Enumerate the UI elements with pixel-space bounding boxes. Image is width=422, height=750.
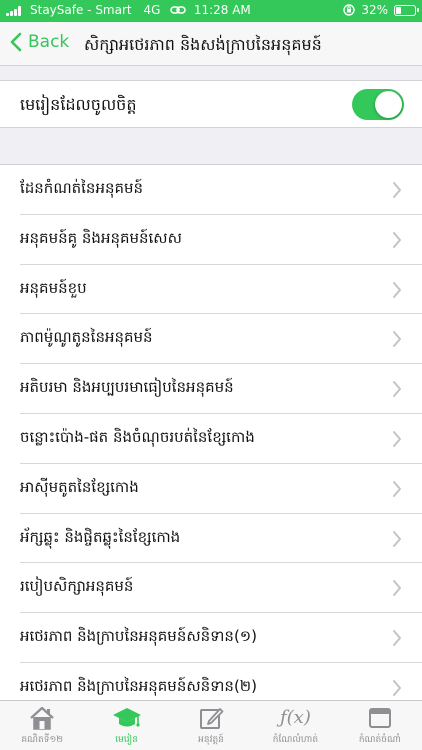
lesson-label: អនុគមន៍គូ និងអនុគមន៍សេស bbox=[20, 228, 182, 247]
lesson-row[interactable]: ដែនកំណត់នៃអនុគមន៍ bbox=[0, 165, 422, 215]
chevron-right-icon bbox=[393, 580, 401, 597]
lesson-label: ដែនកំណត់នៃអនុគមន៍ bbox=[20, 179, 144, 197]
chevron-right-icon bbox=[393, 281, 401, 298]
lesson-label: របៀបសិក្សាអនុគមន៍ bbox=[20, 577, 134, 596]
page-title: សិក្សាអថេរភាព និងសង់ក្រាបនៃអនុគមន៍ bbox=[84, 35, 322, 54]
lesson-label: ចន្លោះប៉ោង-ផត និងចំណុចរបត់នៃខ្សែកោង bbox=[20, 427, 255, 446]
chevron-right-icon bbox=[393, 630, 401, 647]
chevron-right-icon bbox=[393, 480, 401, 497]
graduation-cap-icon bbox=[112, 708, 141, 727]
tab-label: គណិតទី១២ bbox=[21, 735, 64, 745]
lesson-row[interactable]: ភាពម៉ូណូតូននៃអនុគមន៍ bbox=[0, 314, 422, 365]
chevron-left-icon bbox=[10, 32, 22, 52]
back-label: Back bbox=[28, 32, 70, 52]
tab-label: មេរៀន bbox=[115, 735, 138, 745]
status-time: 11:28 AM bbox=[193, 3, 251, 17]
chevron-right-icon bbox=[393, 381, 401, 398]
back-button[interactable]: Back bbox=[10, 32, 69, 52]
lesson-label: អតិបរមា និងអប្បបរមាធៀបនៃអនុគមន៍ bbox=[20, 378, 234, 397]
tab-bar: គណិតទី១២ មេរៀន អនុវត្តន៍ ƒ(x) កំណែលំហាត់… bbox=[0, 700, 422, 750]
chevron-right-icon bbox=[393, 679, 401, 696]
battery-percent: 32% bbox=[361, 3, 388, 17]
chevron-right-icon bbox=[393, 530, 401, 547]
function-icon: ƒ(x) bbox=[279, 707, 311, 728]
chevron-right-icon bbox=[393, 331, 401, 348]
status-bar: StaySafe - Smart 4G 11:28 AM 32% bbox=[0, 0, 422, 22]
lesson-list: ដែនកំណត់នៃអនុគមន៍អនុគមន៍គូ និងអនុគមន៍សេស… bbox=[0, 164, 422, 713]
lesson-row[interactable]: អថេរភាព និងក្រាបនៃអនុគមន៍សនិទាន(១) bbox=[0, 613, 422, 663]
orientation-lock-icon bbox=[343, 4, 356, 16]
lesson-row[interactable]: អ័ក្សឆ្លុះ និងផ្ចិតឆ្លុះនៃខ្សែកោង bbox=[0, 514, 422, 564]
lesson-row[interactable]: អតិបរមា និងអប្បបរមាធៀបនៃអនុគមន៍ bbox=[0, 364, 422, 414]
edit-icon bbox=[200, 708, 224, 729]
lesson-row[interactable]: អាស៊ីមតូតនៃខ្សែកោង bbox=[0, 464, 422, 514]
battery-fill bbox=[396, 6, 402, 14]
lesson-label: អនុគមន៍ខួប bbox=[20, 278, 87, 297]
lesson-row[interactable]: របៀបសិក្សាអនុគមន៍ bbox=[0, 563, 422, 614]
tab-label: កំណត់ចំណាំ bbox=[358, 735, 401, 745]
lesson-row[interactable]: អនុគមន៍គូ និងអនុគមន៍សេស bbox=[0, 215, 422, 265]
chevron-right-icon bbox=[393, 182, 401, 198]
tab-solutions[interactable]: ƒ(x) កំណែលំហាត់ bbox=[253, 701, 337, 750]
chevron-right-icon bbox=[393, 231, 401, 248]
lesson-label: អ័ក្សឆ្លុះ និងផ្ចិតឆ្លុះនៃខ្សែកោង bbox=[20, 527, 181, 546]
lesson-label: អថេរភាព និងក្រាបនៃអនុគមន៍សនិទាន(១) bbox=[20, 627, 258, 646]
lesson-row[interactable]: ចន្លោះប៉ោង-ផត និងចំណុចរបត់នៃខ្សែកោង bbox=[0, 414, 422, 464]
favorite-label: មេរៀនដែលចូលចិត្ត bbox=[20, 95, 137, 114]
tab-label: កំណែលំហាត់ bbox=[272, 735, 319, 745]
carrier-name: StaySafe - Smart bbox=[30, 3, 132, 17]
window-icon bbox=[368, 708, 391, 728]
lesson-label: ភាពម៉ូណូតូននៃអនុគមន៍ bbox=[20, 328, 153, 347]
lesson-label: អថេរភាព និងក្រាបនៃអនុគមន៍សនិទាន(២) bbox=[20, 676, 258, 695]
link-icon bbox=[170, 6, 186, 14]
signal-icon bbox=[6, 6, 24, 16]
network-type: 4G bbox=[143, 3, 161, 17]
lesson-row[interactable]: អនុគមន៍ខួប bbox=[0, 265, 422, 315]
home-icon bbox=[30, 706, 54, 730]
favorite-row: មេរៀនដែលចូលចិត្ត bbox=[0, 80, 422, 128]
toggle-knob bbox=[375, 91, 402, 118]
tab-grade12[interactable]: គណិតទី១២ bbox=[0, 701, 84, 750]
chevron-right-icon bbox=[393, 430, 401, 447]
tab-label: អនុវត្តន៍ bbox=[198, 735, 224, 745]
battery-icon bbox=[394, 4, 419, 16]
tab-lessons[interactable]: មេរៀន bbox=[84, 701, 168, 750]
tab-practice[interactable]: អនុវត្តន៍ bbox=[169, 701, 253, 750]
favorite-toggle[interactable] bbox=[352, 89, 404, 120]
lesson-label: អាស៊ីមតូតនៃខ្សែកោង bbox=[20, 477, 139, 496]
tab-notes[interactable]: កំណត់ចំណាំ bbox=[338, 701, 422, 750]
navigation-bar: Back សិក្សាអថេរភាព និងសង់ក្រាបនៃអនុគមន៍ bbox=[0, 22, 422, 66]
